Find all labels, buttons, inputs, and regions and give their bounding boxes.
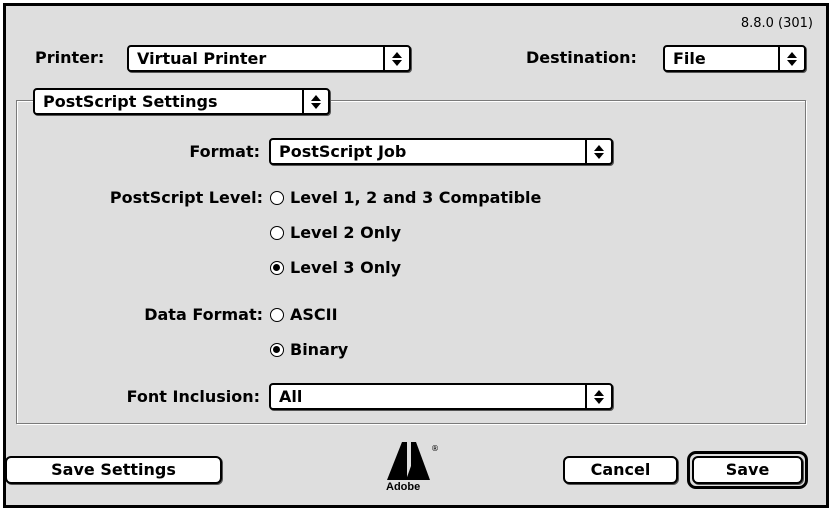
printer-popup[interactable]: Virtual Printer bbox=[127, 45, 411, 72]
radio-label: Binary bbox=[290, 340, 349, 359]
font-inclusion-popup[interactable]: All bbox=[269, 383, 613, 410]
save-settings-button[interactable]: Save Settings bbox=[5, 456, 222, 484]
radio-ascii[interactable]: ASCII bbox=[270, 305, 338, 324]
destination-popup[interactable]: File bbox=[663, 45, 806, 72]
font-inclusion-value: All bbox=[279, 387, 303, 406]
panel-value: PostScript Settings bbox=[43, 92, 218, 111]
destination-value: File bbox=[673, 49, 706, 68]
printer-label: Printer: bbox=[35, 48, 105, 67]
destination-label: Destination: bbox=[526, 48, 637, 67]
radio-selected-icon bbox=[270, 342, 284, 357]
radio-icon bbox=[270, 190, 284, 205]
panel-popup[interactable]: PostScript Settings bbox=[33, 88, 330, 115]
popup-arrows-icon bbox=[778, 47, 804, 70]
version-label: 8.8.0 (301) bbox=[740, 16, 813, 31]
radio-level-3[interactable]: Level 3 Only bbox=[270, 258, 401, 277]
radio-label: ASCII bbox=[290, 305, 338, 324]
data-format-label: Data Format: bbox=[144, 305, 263, 324]
popup-arrows-icon bbox=[585, 140, 611, 163]
postscript-level-label: PostScript Level: bbox=[109, 188, 263, 207]
radio-icon bbox=[270, 307, 284, 322]
adobe-logo-text: Adobe bbox=[386, 481, 421, 493]
registered-mark: ® bbox=[431, 444, 439, 453]
save-button[interactable]: Save bbox=[692, 456, 803, 484]
cancel-button[interactable]: Cancel bbox=[563, 456, 678, 484]
radio-label: Level 1, 2 and 3 Compatible bbox=[290, 188, 542, 207]
radio-label: Level 2 Only bbox=[290, 223, 401, 242]
popup-arrows-icon bbox=[302, 90, 328, 113]
format-value: PostScript Job bbox=[279, 142, 407, 161]
radio-level-2[interactable]: Level 2 Only bbox=[270, 223, 401, 242]
popup-arrows-icon bbox=[383, 47, 409, 70]
radio-level-compatible[interactable]: Level 1, 2 and 3 Compatible bbox=[270, 188, 541, 207]
printer-value: Virtual Printer bbox=[137, 49, 267, 68]
radio-selected-icon bbox=[270, 260, 284, 275]
radio-icon bbox=[270, 225, 284, 240]
font-inclusion-label: Font Inclusion: bbox=[126, 387, 260, 406]
format-label: Format: bbox=[189, 142, 260, 161]
format-popup[interactable]: PostScript Job bbox=[269, 138, 613, 165]
radio-binary[interactable]: Binary bbox=[270, 340, 348, 359]
popup-arrows-icon bbox=[585, 385, 611, 408]
radio-label: Level 3 Only bbox=[290, 258, 401, 277]
